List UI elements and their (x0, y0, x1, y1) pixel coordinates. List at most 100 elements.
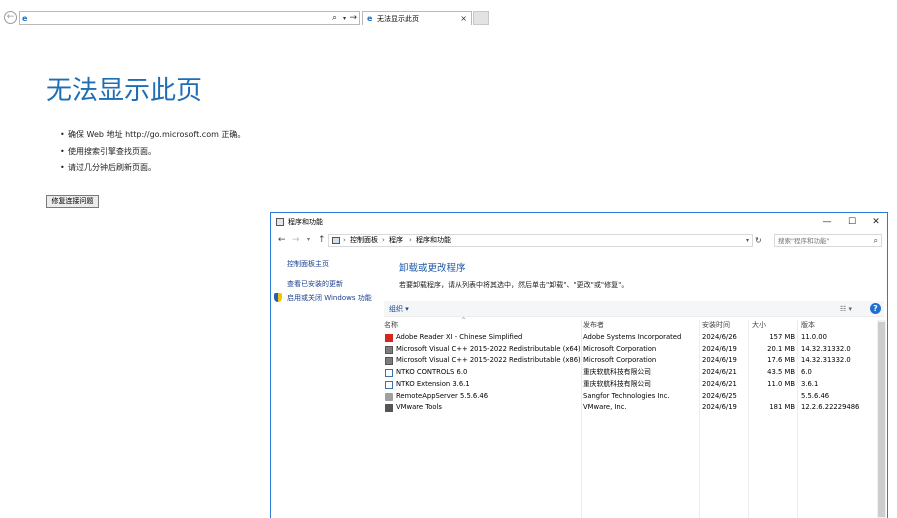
suggestion-item: 请过几分钟后刷新页面。 (60, 160, 245, 177)
error-title: 无法显示此页 (46, 76, 203, 106)
program-publisher: 重庆软航科技有限公司 (583, 379, 651, 388)
table-row[interactable]: NTKO CONTROLS 6.0 重庆软航科技有限公司 2024/6/21 4… (384, 367, 879, 379)
program-size: 181 MB (769, 403, 795, 412)
table-row[interactable]: NTKO Extension 3.6.1 重庆软航科技有限公司 2024/6/2… (384, 379, 879, 391)
close-button[interactable]: ✕ (863, 213, 889, 231)
back-button[interactable]: ← (4, 11, 17, 24)
sort-ascending-icon: ^ (461, 317, 467, 324)
vmware-icon (385, 404, 393, 413)
minimize-button[interactable]: — (814, 213, 840, 231)
search-input[interactable] (778, 236, 866, 246)
program-publisher: Adobe Systems Incorporated (583, 333, 682, 341)
breadcrumb-programs[interactable]: 程序 (389, 235, 403, 246)
vcredist-icon (385, 357, 393, 366)
ie-favicon-icon: e (22, 14, 28, 23)
tab-close-icon[interactable]: × (460, 13, 467, 24)
breadcrumb-chevron-icon[interactable]: › (409, 235, 412, 246)
program-name: RemoteAppServer 5.5.6.46 (396, 391, 489, 400)
program-date: 2024/6/19 (702, 403, 737, 412)
column-header-publisher[interactable]: 发布者 (583, 320, 604, 330)
program-date: 2024/6/21 (702, 379, 737, 388)
search-box[interactable]: ⌕ (774, 234, 882, 247)
program-name: Microsoft Visual C++ 2015-2022 Redistrib… (396, 344, 586, 353)
forward-arrow-icon[interactable]: → (292, 234, 300, 246)
sidebar-windows-features[interactable]: 启用或关闭 Windows 功能 (287, 293, 372, 303)
refresh-icon[interactable]: ↻ (755, 235, 762, 246)
ntko-icon (385, 380, 393, 389)
suggestion-item: 使用搜索引擎查找页面。 (60, 144, 245, 161)
control-panel-icon (276, 218, 284, 226)
browser-tab[interactable]: e 无法显示此页 × (362, 11, 472, 25)
sidebar-view-installed-updates[interactable]: 查看已安装的更新 (287, 279, 343, 289)
program-version: 11.0.00 (801, 333, 827, 341)
program-version: 3.6.1 (801, 379, 819, 388)
program-name: VMware Tools (396, 403, 442, 412)
window-titlebar[interactable]: 程序和功能 — ☐ ✕ (271, 213, 887, 231)
table-row[interactable]: Adobe Reader XI - Chinese Simplified Ado… (384, 332, 879, 344)
error-suggestions: 确保 Web 地址 http://go.microsoft.com 正确。 使用… (60, 127, 245, 177)
program-publisher: Microsoft Corporation (583, 356, 657, 365)
program-name: NTKO CONTROLS 6.0 (396, 368, 468, 377)
program-version: 5.5.6.46 (801, 391, 830, 400)
scrollbar-thumb[interactable] (878, 322, 885, 517)
window-title: 程序和功能 (288, 218, 323, 226)
ntko-icon (385, 369, 393, 378)
control-panel-icon (332, 237, 340, 244)
program-size: 17.6 MB (767, 356, 795, 365)
breadcrumb-programs-features[interactable]: 程序和功能 (416, 235, 451, 246)
breadcrumb-control-panel[interactable]: 控制面板 (350, 235, 378, 246)
table-row[interactable]: RemoteAppServer 5.5.6.46 Sangfor Technol… (384, 391, 879, 403)
program-name: Adobe Reader XI - Chinese Simplified (396, 333, 523, 341)
chevron-down-icon[interactable]: ▾ (343, 12, 346, 25)
vertical-scrollbar[interactable] (877, 320, 886, 518)
fix-connection-button[interactable]: 修复连接问题 (46, 195, 99, 208)
program-version: 14.32.31332.0 (801, 356, 851, 365)
back-arrow-icon[interactable]: ← (278, 234, 286, 246)
new-tab-button[interactable] (473, 11, 489, 25)
program-date: 2024/6/25 (702, 391, 737, 400)
program-name: Microsoft Visual C++ 2015-2022 Redistrib… (396, 356, 586, 365)
go-arrow-icon[interactable]: → (349, 12, 357, 24)
remoteapp-icon (385, 392, 393, 401)
chevron-down-icon[interactable]: ▾ (746, 235, 749, 246)
program-size: 157 MB (769, 333, 795, 341)
column-header-name[interactable]: 名称 (384, 320, 398, 330)
program-publisher: Microsoft Corporation (583, 344, 657, 353)
vcredist-icon (385, 345, 393, 354)
maximize-button[interactable]: ☐ (839, 213, 865, 231)
table-row[interactable]: Microsoft Visual C++ 2015-2022 Redistrib… (384, 344, 879, 356)
program-size: 20.1 MB (767, 344, 795, 353)
adobe-icon (385, 334, 393, 342)
navigation-bar: ← → ▾ ↑ › 控制面板 › 程序 › 程序和功能 ▾ ↻ ⌕ (271, 231, 887, 249)
programs-and-features-window: 程序和功能 — ☐ ✕ ← → ▾ ↑ › 控制面板 › 程序 › 程序和功能 … (270, 212, 888, 518)
help-icon[interactable]: ? (870, 303, 881, 314)
recent-locations-icon[interactable]: ▾ (307, 234, 310, 246)
address-bar[interactable]: e ⌕ ▾ → (19, 11, 360, 25)
program-size: 11.0 MB (767, 379, 795, 388)
search-icon[interactable]: ⌕ (332, 12, 337, 24)
breadcrumb[interactable]: › 控制面板 › 程序 › 程序和功能 ▾ (328, 234, 753, 247)
organize-button[interactable]: 组织 ▾ (389, 304, 409, 314)
program-version: 12.2.6.22229486 (801, 403, 860, 412)
command-bar: 组织 ▾ ☷ ▾ ? (384, 301, 884, 317)
page-description: 若要卸载程序，请从列表中将其选中，然后单击"卸载"、"更改"或"修复"。 (399, 281, 629, 289)
program-name: NTKO Extension 3.6.1 (396, 379, 470, 388)
tab-title: 无法显示此页 (377, 15, 419, 23)
browser-toolbar: ← e ⌕ ▾ → e 无法显示此页 × (0, 10, 897, 28)
program-version: 14.32.31332.0 (801, 344, 851, 353)
view-options-button[interactable]: ☷ ▾ (840, 304, 852, 314)
sidebar-control-panel-home[interactable]: 控制面板主页 (287, 259, 329, 269)
up-arrow-icon[interactable]: ↑ (318, 234, 326, 246)
breadcrumb-chevron-icon[interactable]: › (382, 235, 385, 246)
program-publisher: 重庆软航科技有限公司 (583, 368, 651, 377)
column-header-size[interactable]: 大小 (752, 320, 766, 330)
program-date: 2024/6/19 (702, 356, 737, 365)
search-icon[interactable]: ⌕ (874, 235, 878, 246)
program-version: 6.0 (801, 368, 812, 377)
table-row[interactable]: Microsoft Visual C++ 2015-2022 Redistrib… (384, 355, 879, 367)
program-publisher: Sangfor Technologies Inc. (583, 391, 670, 400)
table-row[interactable]: VMware Tools VMware, Inc. 2024/6/19 181 … (384, 402, 879, 414)
column-header-version[interactable]: 版本 (801, 320, 815, 330)
breadcrumb-chevron-icon[interactable]: › (343, 235, 346, 246)
column-header-date[interactable]: 安装时间 (702, 320, 730, 330)
